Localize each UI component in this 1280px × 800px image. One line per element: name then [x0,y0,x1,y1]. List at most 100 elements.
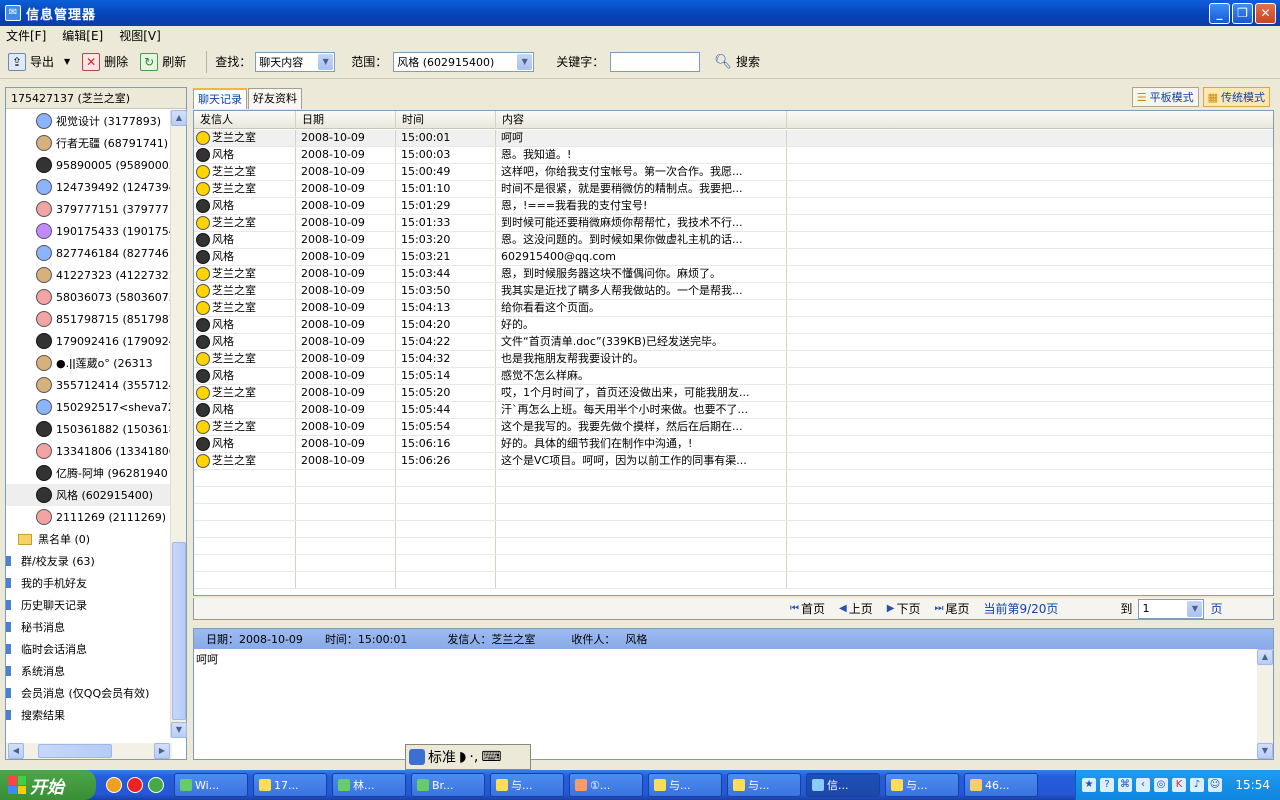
tree-section[interactable]: 搜索结果 [6,704,172,726]
table-row[interactable]: 芝兰之室 2008-10-09 15:03:44 恩，到时候服务器这块不懂偶问你。麻烦… [194,266,1273,283]
page-select[interactable]: 1 ▼ [1138,598,1205,619]
scroll-left-icon[interactable]: ◀ [8,743,24,759]
taskbar-button[interactable]: 与... [727,773,801,797]
tree-section[interactable]: 系统消息 [6,660,172,682]
menu-edit[interactable]: 编辑[E] [62,27,103,44]
contact-item[interactable]: 827746184 (82774618 [6,242,172,264]
table-row[interactable]: 芝兰之室 2008-10-09 15:04:13 给你看看这个页面。 [194,300,1273,317]
ime-mode[interactable]: 标准 [428,747,456,767]
minimize-button[interactable]: _ [1209,3,1230,24]
table-row[interactable]: 风格 2008-10-09 15:04:20 好的。 [194,317,1273,334]
tree-horizontal-scrollbar[interactable]: ◀ ▶ [6,743,172,759]
scroll-right-icon[interactable]: ▶ [154,743,170,759]
table-row[interactable]: 芝兰之室 2008-10-09 15:04:32 也是我拖朋友帮我要设计的。 [194,351,1273,368]
taskbar-button[interactable]: ①... [569,773,643,797]
scroll-thumb[interactable] [38,744,112,758]
tray-app-icon[interactable]: ★ [1082,778,1096,792]
taskbar-button[interactable]: 17... [253,773,327,797]
scroll-up-icon[interactable]: ▲ [1257,649,1273,665]
tab-chat-records[interactable]: 聊天记录 [193,88,247,109]
table-row[interactable]: 芝兰之室 2008-10-09 15:00:49 这样吧，你给我支付宝帐号。第一次合作… [194,164,1273,181]
dropdown-arrow-icon[interactable]: ▼ [64,57,70,66]
close-button[interactable]: ✕ [1255,3,1276,24]
contact-item[interactable]: 亿腾-阿坤 (96281940 [6,462,172,484]
contact-item[interactable]: 150361882 (15036188 [6,418,172,440]
scroll-up-icon[interactable]: ▲ [171,110,187,126]
table-row[interactable]: 芝兰之室 2008-10-09 15:06:26 这个是VC项目。呵呵，因为以前工作的… [194,453,1273,470]
menu-view[interactable]: 视图[V] [119,27,161,44]
column-content[interactable]: 内容 [496,111,787,129]
next-page-button[interactable]: ▶ 下页 [887,600,921,617]
contact-item[interactable]: 150292517<sheva7251 [6,396,172,418]
table-row[interactable]: 风格 2008-10-09 15:03:20 恩。这没问题的。到时候如果你做虚礼主机的… [194,232,1273,249]
scroll-down-icon[interactable]: ▼ [171,722,187,738]
start-button[interactable]: 开始 [0,770,96,800]
tree-section[interactable]: 历史聊天记录 [6,594,172,616]
antivirus-icon[interactable]: K [1172,778,1186,792]
scroll-down-icon[interactable]: ▼ [1257,743,1273,759]
contact-item[interactable]: 58036073 (58036073) [6,286,172,308]
blacklist-group[interactable]: 黑名单 (0) [6,528,172,550]
qq-icon[interactable] [106,777,122,793]
contact-item[interactable]: 355712414 (35571241 [6,374,172,396]
export-button[interactable]: ⇪ 导出 ▼ [8,52,70,71]
taskbar-button[interactable]: 46... [964,773,1038,797]
network-icon[interactable]: ◎ [1154,778,1168,792]
keyword-input[interactable] [610,51,701,72]
contact-item[interactable]: ●.ǀǀ莲葳o° (26313 [6,352,172,374]
table-row[interactable]: 芝兰之室 2008-10-09 15:05:54 这个是我写的。我要先做个摸样，然后在… [194,419,1273,436]
flat-mode-button[interactable]: ☰ 平板模式 [1131,87,1199,107]
scroll-thumb[interactable] [172,542,186,720]
ime-logo-icon[interactable] [409,749,425,765]
contact-item[interactable]: 2111269 (2111269) [6,506,172,528]
table-row[interactable]: 芝兰之室 2008-10-09 15:01:10 时间不是很紧，就是要稍微仿的精制点。… [194,181,1273,198]
chevron-down-icon[interactable]: ▼ [517,53,533,70]
chevron-down-icon[interactable]: ▼ [318,53,334,70]
contact-item[interactable]: 179092416 (17909241 [6,330,172,352]
contact-item[interactable]: 124739492 (12473949 [6,176,172,198]
range-select[interactable]: 风格 (602915400) ▼ [393,51,535,72]
taskbar-button[interactable]: Br... [411,773,485,797]
contact-item[interactable]: 379777151 (37977715 [6,198,172,220]
table-row[interactable]: 风格 2008-10-09 15:01:29 恩，!===我看我的支付宝号! [194,198,1273,215]
table-row[interactable]: 芝兰之室 2008-10-09 15:05:20 哎，1个月时间了，首页还没做出来，可… [194,385,1273,402]
tree-section[interactable]: 临时会话消息 [6,638,172,660]
chevron-down-icon[interactable]: ▼ [1187,600,1203,617]
contact-item[interactable]: 190175433 (19017543 [6,220,172,242]
find-select[interactable]: 聊天内容 ▼ [255,51,336,72]
tab-friend-profile[interactable]: 好友资料 [248,88,302,109]
browser-icon[interactable] [127,777,143,793]
contact-item[interactable]: 41227323 (41227323) [6,264,172,286]
table-row[interactable]: 芝兰之室 2008-10-09 15:03:50 我其实是近找了瞒多人帮我做站的。一个… [194,283,1273,300]
detail-body[interactable]: 呵呵 [194,649,1273,669]
menu-file[interactable]: 文件[F] [6,27,46,44]
keyboard-icon[interactable]: ⌨ [481,749,501,765]
tree-section[interactable]: 群/校友录 (63) [6,550,172,572]
tree-section[interactable]: 会员消息 (仅QQ会员有效) [6,682,172,704]
volume-icon[interactable]: ♪ [1190,778,1204,792]
contact-item[interactable]: 13341806 (13341806) [6,440,172,462]
classic-mode-button[interactable]: ▦ 传统模式 [1202,87,1270,107]
taskbar-button[interactable]: 与... [490,773,564,797]
delete-button[interactable]: ✕ 删除 [82,52,128,71]
taskbar-button[interactable]: Wi... [174,773,248,797]
table-row[interactable]: 芝兰之室 2008-10-09 15:00:01 呵呵 [194,130,1273,147]
punctuation-icon[interactable]: ·, [469,749,478,765]
back-icon[interactable]: ‹ [1136,778,1150,792]
table-row[interactable]: 风格 2008-10-09 15:03:21 602915400@qq.com [194,249,1273,266]
maximize-button[interactable]: ❐ [1232,3,1253,24]
taskbar-button[interactable]: 林... [332,773,406,797]
contact-item[interactable]: 851798715 (85179871 [6,308,172,330]
contact-item[interactable]: 风格 (602915400) [6,484,172,506]
messenger-icon[interactable] [148,777,164,793]
half-width-icon[interactable]: ◗ [459,749,466,765]
tree-section[interactable]: 秘书消息 [6,616,172,638]
user-icon[interactable]: ☺ [1208,778,1222,792]
tree-section[interactable]: 我的手机好友 [6,572,172,594]
table-row[interactable]: 风格 2008-10-09 15:06:16 好的。具体的细节我们在制作中沟通，! [194,436,1273,453]
table-row[interactable]: 风格 2008-10-09 15:04:22 文件“首页清单.doc”(339KB)已… [194,334,1273,351]
taskbar-button[interactable]: 信... [806,773,880,797]
contact-item[interactable]: 视觉设计 (3177893) [6,110,172,132]
first-page-button[interactable]: ⏮ 首页 [790,600,825,617]
search-button[interactable]: 🔍︎ 搜索 [714,53,760,70]
